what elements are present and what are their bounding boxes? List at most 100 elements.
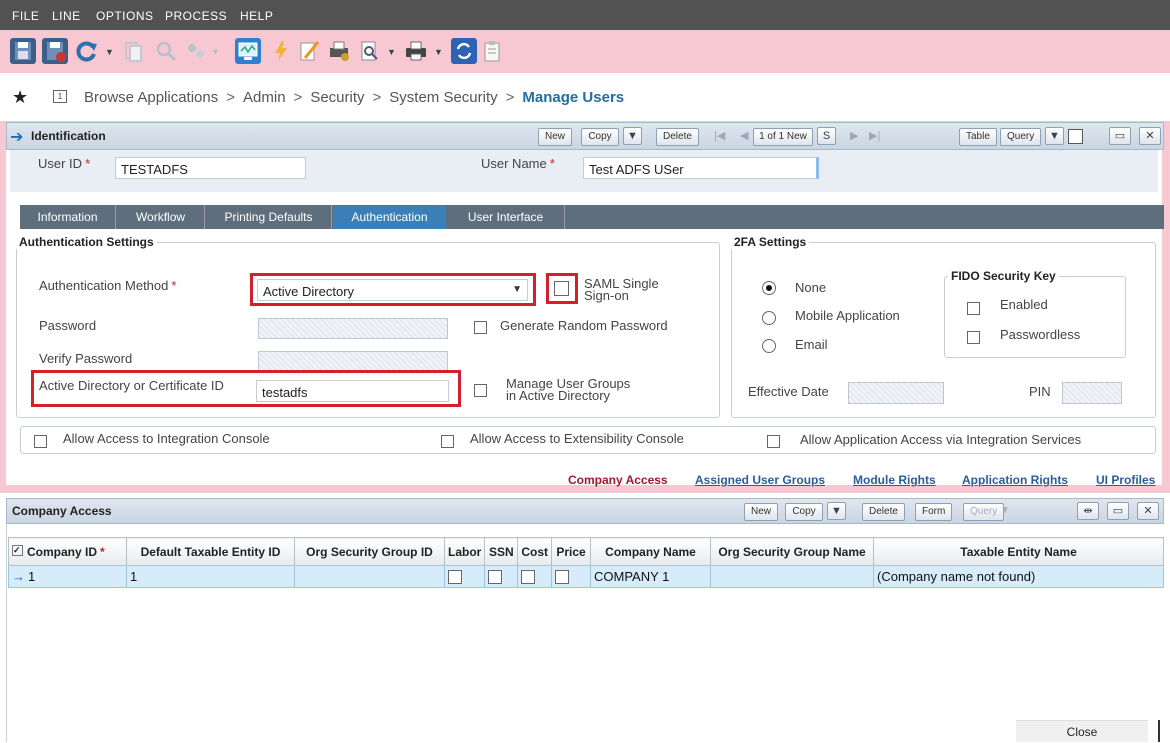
password-field[interactable] — [258, 318, 448, 339]
maximize-icon[interactable]: ▭ — [1109, 127, 1131, 145]
print-preview-icon[interactable] — [356, 38, 382, 64]
restore-icon[interactable] — [1068, 129, 1083, 144]
link-application-rights[interactable]: Application Rights — [962, 473, 1068, 487]
copy-dropdown-icon[interactable]: ▼ — [623, 127, 642, 145]
breadcrumb-browse-applications[interactable]: Browse Applications — [84, 89, 218, 106]
manage-groups-checkbox[interactable] — [474, 384, 487, 397]
cell-company-name[interactable]: COMPANY 1 — [590, 565, 712, 588]
breadcrumb-admin[interactable]: Admin — [243, 89, 286, 106]
column-company-id[interactable]: ✓ Company ID * — [8, 537, 127, 566]
close-icon[interactable]: ✕ — [1137, 502, 1159, 520]
breadcrumb-system-security[interactable]: System Security — [389, 89, 497, 106]
twofa-email-radio[interactable] — [762, 339, 776, 353]
maximize-icon[interactable]: ▭ — [1107, 502, 1129, 520]
link-company-access[interactable]: Company Access — [568, 473, 668, 487]
close-button[interactable]: Close — [1016, 720, 1148, 742]
ssn-checkbox[interactable] — [488, 570, 503, 585]
query-dropdown-icon[interactable]: ▼ — [1045, 127, 1064, 145]
cell-org-security-group-name[interactable] — [710, 565, 875, 588]
company-delete-button[interactable]: Delete — [862, 503, 905, 521]
cell-cost[interactable] — [517, 565, 553, 588]
delete-button[interactable]: Delete — [656, 128, 699, 146]
menu-line[interactable]: LINE — [52, 9, 81, 23]
twofa-mobile-radio[interactable] — [762, 311, 776, 325]
company-copy-button[interactable]: Copy — [785, 503, 823, 521]
link-module-rights[interactable]: Module Rights — [853, 473, 936, 487]
tab-user-interface[interactable]: User Interface — [447, 205, 565, 229]
column-default-taxable-entity-id[interactable]: Default Taxable Entity ID — [126, 537, 295, 566]
query-button[interactable]: Query — [1000, 128, 1042, 146]
user-id-field[interactable]: TESTADFS — [115, 157, 306, 179]
cell-taxable-entity-name[interactable]: (Company name not found) — [873, 565, 1165, 588]
column-cost[interactable]: Cost — [517, 537, 553, 566]
chevron-down-icon[interactable]: ▼ — [387, 47, 396, 57]
tab-information[interactable]: Information — [20, 205, 116, 229]
select-all-checkbox[interactable]: ✓ — [12, 544, 23, 556]
pin-field[interactable] — [1062, 382, 1122, 404]
tab-authentication[interactable]: Authentication — [333, 205, 446, 229]
save-icon[interactable] — [10, 38, 36, 64]
verify-password-field[interactable] — [258, 351, 448, 372]
cell-price[interactable] — [551, 565, 592, 588]
menu-help[interactable]: HELP — [240, 9, 273, 23]
star-icon[interactable]: ★ — [12, 87, 28, 108]
chevron-down-icon[interactable]: ▼ — [434, 47, 443, 57]
lightning-icon[interactable] — [268, 38, 294, 64]
integration-console-checkbox[interactable] — [34, 435, 47, 448]
close-icon[interactable]: ✕ — [1139, 127, 1161, 145]
price-checkbox[interactable] — [555, 570, 570, 585]
clipboard-icon[interactable] — [479, 38, 505, 64]
labor-checkbox[interactable] — [448, 570, 462, 585]
menu-process[interactable]: PROCESS — [165, 9, 227, 23]
sync-icon[interactable] — [451, 38, 477, 64]
cost-checkbox[interactable] — [521, 570, 536, 585]
column-org-security-group-id[interactable]: Org Security Group ID — [294, 537, 445, 566]
column-taxable-entity-name[interactable]: Taxable Entity Name — [873, 537, 1165, 566]
record-navigator[interactable]: 1 of 1 New — [753, 128, 813, 146]
menu-file[interactable]: FILE — [12, 9, 39, 23]
new-button[interactable]: New — [538, 128, 573, 146]
tab-workflow[interactable]: Workflow — [117, 205, 205, 229]
printer-icon[interactable] — [403, 38, 429, 64]
column-labor[interactable]: Labor — [443, 537, 486, 566]
refresh-icon[interactable] — [74, 38, 100, 64]
fido-passwordless-checkbox[interactable] — [967, 331, 980, 344]
saml-checkbox[interactable] — [554, 281, 569, 296]
monitor-icon[interactable] — [235, 38, 261, 64]
breadcrumb-security[interactable]: Security — [310, 89, 364, 106]
save-close-icon[interactable] — [42, 38, 68, 64]
column-company-name[interactable]: Company Name — [590, 537, 712, 566]
extensibility-console-checkbox[interactable] — [441, 435, 454, 448]
integration-services-checkbox[interactable] — [767, 435, 780, 448]
user-name-field[interactable]: Test ADFS USer — [583, 157, 819, 179]
cell-company-id[interactable]: → 1 — [8, 565, 127, 588]
ad-certificate-id-field[interactable]: testadfs — [256, 380, 449, 402]
copy-button[interactable]: Copy — [581, 128, 619, 146]
pin-panel-icon[interactable]: ⇹ — [1077, 502, 1099, 520]
cell-org-security-group-id[interactable] — [294, 565, 445, 588]
table-row[interactable]: → 1 1 COMPANY 1 (Company name not found) — [8, 565, 1165, 588]
tab-printing-defaults[interactable]: Printing Defaults — [206, 205, 332, 229]
column-org-security-group-name[interactable]: Org Security Group Name — [710, 537, 875, 566]
notes-icon[interactable] — [296, 38, 322, 64]
link-ui-profiles[interactable]: UI Profiles — [1096, 473, 1155, 487]
table-button[interactable]: Table — [959, 128, 997, 146]
link-assigned-user-groups[interactable]: Assigned User Groups — [695, 473, 825, 487]
cell-labor[interactable] — [443, 565, 486, 588]
menu-options[interactable]: OPTIONS — [96, 9, 154, 23]
company-form-button[interactable]: Form — [915, 503, 953, 521]
authentication-method-select[interactable]: Active Directory ▼ — [257, 279, 528, 301]
sync-record-icon[interactable]: S — [817, 127, 836, 145]
generate-password-checkbox[interactable] — [474, 321, 487, 334]
cell-ssn[interactable] — [484, 565, 519, 588]
fido-enabled-checkbox[interactable] — [967, 302, 980, 315]
print-settings-icon[interactable] — [326, 38, 352, 64]
cell-default-taxable-entity-id[interactable]: 1 — [126, 565, 295, 588]
company-copy-dropdown-icon[interactable]: ▼ — [827, 502, 846, 520]
effective-date-field[interactable] — [848, 382, 944, 404]
column-price[interactable]: Price — [551, 537, 592, 566]
chevron-down-icon[interactable]: ▼ — [105, 47, 114, 57]
column-ssn[interactable]: SSN — [484, 537, 519, 566]
company-new-button[interactable]: New — [744, 503, 779, 521]
twofa-none-radio[interactable] — [762, 281, 776, 295]
